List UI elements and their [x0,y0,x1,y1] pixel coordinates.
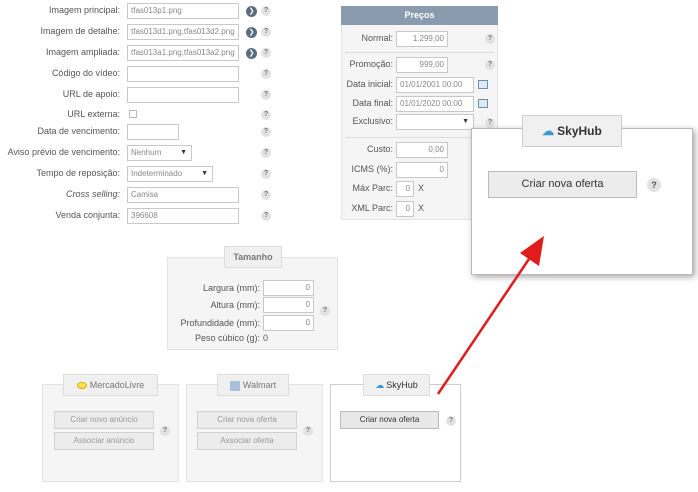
red-arrow [436,236,544,395]
